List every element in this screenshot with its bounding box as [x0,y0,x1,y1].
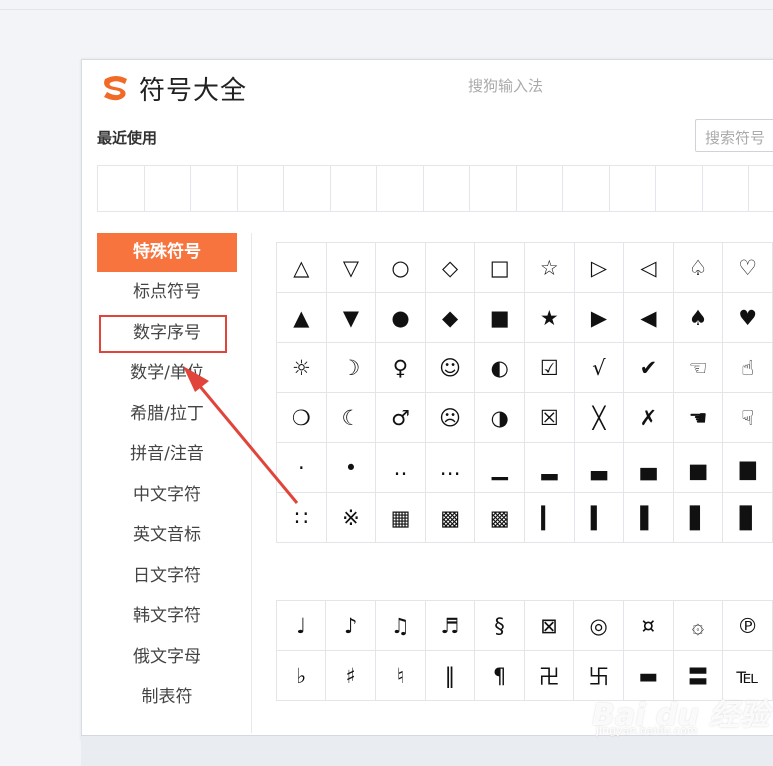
annotation-arrow [183,366,299,504]
watermark-url: jingyan.baidu.com [596,724,698,737]
